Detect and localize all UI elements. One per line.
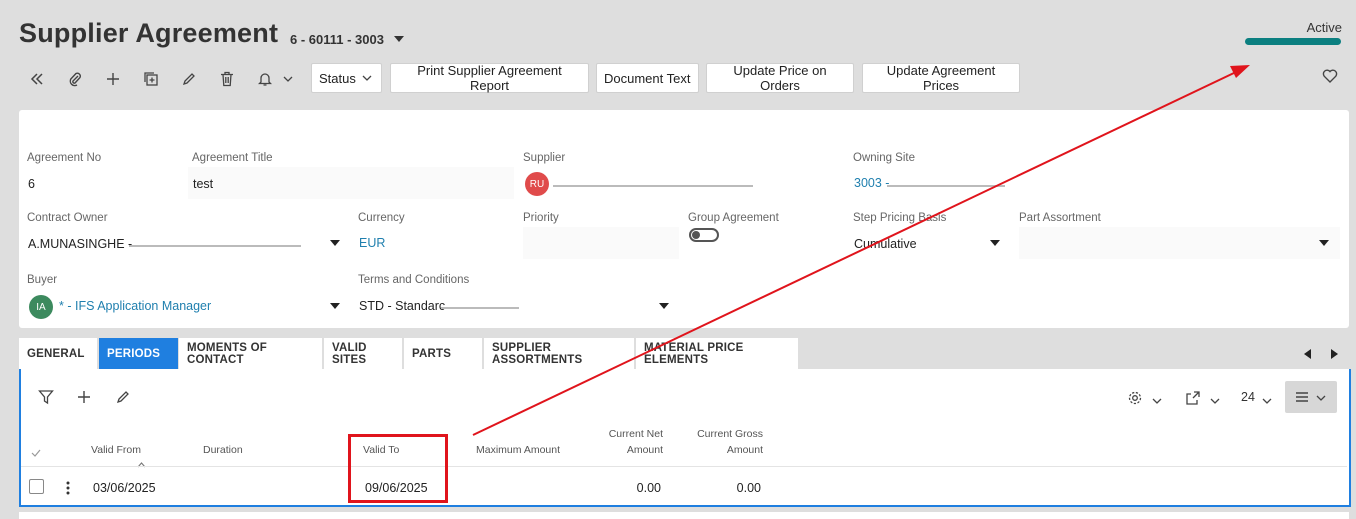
column-header-current-net-amount-line1[interactable]: Current Net bbox=[595, 428, 663, 440]
export-icon[interactable] bbox=[1185, 390, 1201, 409]
duplicate-icon[interactable] bbox=[141, 69, 161, 89]
tab-supplier-assortments[interactable]: SUPPLIER ASSORTMENTS bbox=[484, 338, 634, 369]
step-pricing-basis-label: Step Pricing Basis bbox=[853, 212, 947, 224]
row-menu-kebab-icon[interactable] bbox=[66, 481, 70, 498]
owning-site-redacted bbox=[887, 185, 1005, 187]
tab-scroll-left-icon[interactable] bbox=[1303, 348, 1312, 362]
agreement-no-label: Agreement No bbox=[27, 152, 102, 164]
supplier-avatar: RU bbox=[525, 172, 549, 196]
annotation-highlight-box bbox=[348, 434, 448, 503]
tab-valid-sites[interactable]: VALID SITES bbox=[324, 338, 402, 369]
chevron-down-icon bbox=[362, 75, 372, 81]
chevron-down-icon bbox=[1316, 395, 1326, 401]
record-selector-caret-icon[interactable] bbox=[393, 33, 405, 47]
settings-gear-icon[interactable] bbox=[1127, 390, 1143, 409]
priority-label: Priority bbox=[523, 212, 559, 224]
favorite-heart-icon[interactable] bbox=[1322, 68, 1338, 87]
trash-icon[interactable] bbox=[217, 69, 237, 89]
view-list-toggle[interactable] bbox=[1285, 381, 1337, 413]
buyer-field[interactable]: IA * - IFS Application Manager bbox=[24, 289, 349, 323]
agreement-no-value: 6 bbox=[28, 177, 35, 191]
chevron-down-icon[interactable] bbox=[1210, 394, 1220, 408]
buyer-avatar: IA bbox=[29, 295, 53, 319]
owning-site-link[interactable]: 3003 - bbox=[854, 176, 889, 190]
part-assortment-select[interactable] bbox=[1019, 227, 1340, 259]
status-dropdown-label: Status bbox=[319, 70, 356, 86]
tab-periods[interactable]: PERIODS bbox=[99, 338, 178, 369]
chevron-down-icon bbox=[659, 303, 669, 309]
edit-pencil-icon[interactable] bbox=[116, 390, 130, 407]
print-report-button[interactable]: Print Supplier Agreement Report bbox=[390, 63, 589, 93]
column-header-duration[interactable]: Duration bbox=[203, 444, 243, 456]
paperclip-icon[interactable] bbox=[65, 69, 85, 89]
document-text-button[interactable]: Document Text bbox=[596, 63, 699, 93]
plus-icon[interactable] bbox=[103, 69, 123, 89]
group-agreement-toggle[interactable] bbox=[689, 228, 719, 242]
list-view-icon bbox=[1296, 392, 1308, 402]
contract-owner-redacted bbox=[129, 245, 301, 247]
tab-general[interactable]: GENERAL bbox=[19, 338, 97, 369]
column-header-valid-from[interactable]: Valid From bbox=[91, 444, 141, 456]
next-section-edge bbox=[19, 512, 1349, 519]
tab-material-price-elements[interactable]: MATERIAL PRICE ELEMENTS bbox=[636, 338, 798, 369]
select-all-checkmark-icon[interactable] bbox=[31, 446, 41, 460]
chevron-down-icon bbox=[330, 303, 340, 309]
status-dropdown-button[interactable]: Status bbox=[311, 63, 382, 93]
priority-field[interactable] bbox=[523, 227, 679, 259]
tab-moments-of-contact[interactable]: MOMENTS OF CONTACT bbox=[179, 338, 322, 369]
bell-icon[interactable] bbox=[255, 69, 275, 89]
terms-redacted bbox=[441, 307, 519, 309]
column-header-current-gross-amount-line1[interactable]: Current Gross bbox=[683, 428, 763, 440]
terms-select[interactable]: STD - Standarc bbox=[354, 289, 679, 323]
supplier-redacted bbox=[553, 185, 753, 187]
agreement-title-value: test bbox=[193, 177, 214, 191]
column-header-maximum-amount[interactable]: Maximum Amount bbox=[476, 444, 560, 456]
status-label: Active bbox=[1306, 20, 1342, 35]
collapse-left-icon[interactable] bbox=[27, 69, 47, 89]
pencil-icon[interactable] bbox=[179, 69, 199, 89]
tab-scroll-right-icon[interactable] bbox=[1330, 348, 1339, 362]
status-indicator-bar bbox=[1245, 38, 1341, 45]
chevron-down-icon[interactable] bbox=[1262, 394, 1272, 408]
chevron-down-icon bbox=[330, 240, 340, 246]
step-pricing-basis-select[interactable]: Cumulative bbox=[850, 227, 1010, 259]
page-title: Supplier Agreement bbox=[19, 18, 279, 48]
contract-owner-field[interactable]: A.MUNASINGHE - bbox=[24, 227, 349, 259]
currency-label: Currency bbox=[358, 212, 405, 224]
filter-icon[interactable] bbox=[38, 389, 54, 408]
chevron-down-icon[interactable] bbox=[1152, 394, 1162, 408]
chevron-down-icon bbox=[1319, 240, 1329, 246]
buyer-label: Buyer bbox=[27, 274, 58, 286]
group-agreement-label: Group Agreement bbox=[688, 212, 779, 224]
tab-parts[interactable]: PARTS bbox=[404, 338, 482, 369]
cell-valid-from[interactable]: 03/06/2025 bbox=[93, 481, 156, 495]
column-header-current-gross-amount-line2[interactable]: Amount bbox=[683, 444, 763, 456]
terms-value: STD - Standarc bbox=[359, 299, 446, 313]
sort-ascending-icon[interactable] bbox=[137, 457, 146, 471]
add-row-plus-icon[interactable] bbox=[77, 390, 91, 407]
chevron-down-icon bbox=[990, 240, 1000, 246]
terms-label: Terms and Conditions bbox=[358, 274, 470, 286]
currency-link[interactable]: EUR bbox=[359, 236, 385, 250]
contract-owner-label: Contract Owner bbox=[27, 212, 108, 224]
record-reference[interactable]: 6 - 60111 - 3003 bbox=[290, 32, 384, 47]
step-pricing-basis-value: Cumulative bbox=[854, 237, 917, 251]
agreement-title-field[interactable]: test bbox=[188, 167, 514, 199]
buyer-value[interactable]: * - IFS Application Manager bbox=[59, 299, 211, 313]
owning-site-label: Owning Site bbox=[853, 152, 916, 164]
update-agreement-prices-button[interactable]: Update Agreement Prices bbox=[862, 63, 1020, 93]
row-checkbox[interactable] bbox=[29, 479, 44, 494]
column-header-current-net-amount-line2[interactable]: Amount bbox=[595, 444, 663, 456]
contract-owner-value: A.MUNASINGHE - bbox=[28, 237, 133, 251]
cell-current-gross-amount[interactable]: 0.00 bbox=[683, 481, 761, 495]
supplier-label: Supplier bbox=[523, 152, 566, 164]
page-size-value[interactable]: 24 bbox=[1241, 390, 1255, 404]
cell-current-net-amount[interactable]: 0.00 bbox=[595, 481, 661, 495]
update-price-on-orders-button[interactable]: Update Price on Orders bbox=[706, 63, 854, 93]
part-assortment-label: Part Assortment bbox=[1019, 212, 1101, 224]
agreement-title-label: Agreement Title bbox=[192, 152, 273, 164]
header-divider bbox=[21, 466, 1347, 467]
chevron-down-icon[interactable] bbox=[278, 69, 298, 89]
